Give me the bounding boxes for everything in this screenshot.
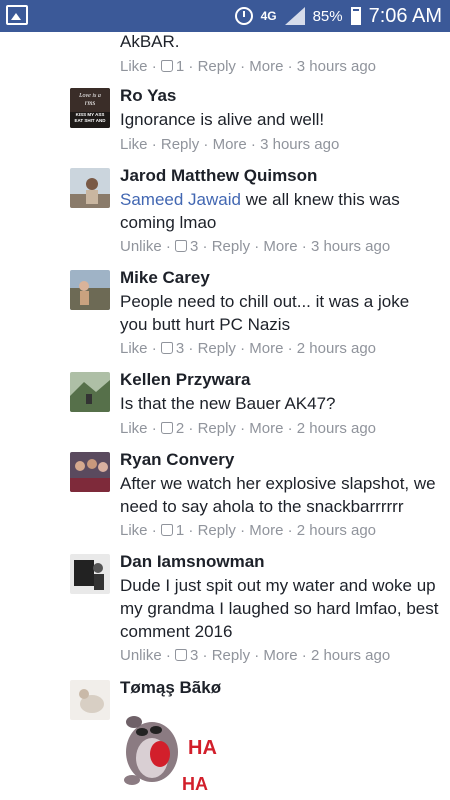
reply-link[interactable]: Reply: [161, 136, 199, 153]
like-link[interactable]: Like: [120, 58, 148, 75]
comment-actions: Like · 1 · Reply · More · 3 hours ago: [120, 58, 377, 75]
like-link[interactable]: Like: [120, 522, 148, 539]
timestamp: 3 hours ago: [260, 136, 340, 153]
comment-actions: Like · 2 · Reply · More · 2 hours ago: [120, 420, 377, 437]
timestamp: 2 hours ago: [296, 420, 377, 437]
signal-icon: [284, 7, 305, 25]
timestamp: 2 hours ago: [310, 647, 391, 664]
gallery-icon: [6, 5, 28, 25]
timestamp: 2 hours ago: [296, 340, 377, 357]
status-right: 4G 85% 7:06 AM: [234, 0, 442, 32]
like-count: 3: [190, 238, 199, 255]
reply-link[interactable]: Reply: [198, 522, 236, 539]
comment-actions: Unlike · 3 · Reply · More · 2 hours ago: [120, 647, 391, 664]
reply-link[interactable]: Reply: [198, 58, 236, 75]
comment-actions: Like · Reply · More · 3 hours ago: [120, 136, 340, 153]
like-count: 1: [175, 58, 185, 75]
reply-link[interactable]: Reply: [212, 238, 250, 255]
laughing-sticker[interactable]: HA HA: [120, 710, 220, 800]
avatar[interactable]: [70, 168, 110, 208]
timestamp: 2 hours ago: [296, 522, 377, 539]
comment-text: Dude I just spit out my water and woke u…: [120, 576, 439, 641]
commenter-name[interactable]: Dan Iamsnowman: [120, 552, 265, 572]
network-label: 4G: [260, 8, 277, 23]
mention-link[interactable]: Sameed Jawaid: [120, 190, 241, 209]
unlike-link[interactable]: Unlike: [120, 647, 162, 664]
like-count: 3: [190, 647, 199, 664]
comment-text: After we watch her explosive slapshot, w…: [120, 474, 436, 516]
more-link[interactable]: More: [249, 522, 283, 539]
more-link[interactable]: More: [263, 647, 297, 664]
avatar[interactable]: [70, 452, 110, 492]
like-link[interactable]: Like: [120, 420, 148, 437]
comment-actions: Unlike · 3 · Reply · More · 3 hours ago: [120, 238, 391, 255]
commenter-name[interactable]: Tømąş Bãkø: [120, 678, 221, 698]
timestamp: 3 hours ago: [310, 238, 391, 255]
comment-feed[interactable]: AkBAR. Like · 1 · Reply · More · 3 hours…: [0, 32, 450, 800]
commenter-name[interactable]: Ro Yas: [120, 86, 176, 106]
more-link[interactable]: More: [249, 58, 283, 75]
sticker-text: HA: [182, 774, 208, 794]
battery-percent: 85%: [312, 7, 343, 25]
comment-text: Sameed Jawaid we all knew this was comin…: [120, 188, 440, 234]
avatar[interactable]: [70, 680, 110, 720]
like-link[interactable]: Like: [120, 340, 148, 357]
comment-actions: Like · 3 · Reply · More · 2 hours ago: [120, 340, 377, 357]
like-count: 3: [175, 340, 185, 357]
like-count-icon: [160, 422, 173, 434]
unlike-link[interactable]: Unlike: [120, 238, 162, 255]
more-link[interactable]: More: [249, 420, 283, 437]
reply-link[interactable]: Reply: [198, 340, 236, 357]
more-link[interactable]: More: [249, 340, 283, 357]
like-count-icon: [160, 60, 173, 72]
commenter-name[interactable]: Kellen Przywara: [120, 370, 250, 390]
avatar-text: EAT SHIT AND: [75, 118, 107, 123]
status-bar: 4G 85% 7:06 AM: [0, 0, 450, 32]
alarm-icon: [234, 7, 253, 25]
avatar[interactable]: [70, 372, 110, 412]
comment-text: AkBAR.: [120, 32, 180, 51]
timestamp: 3 hours ago: [296, 58, 377, 75]
clock: 7:06 AM: [368, 4, 442, 27]
sticker-text: HA: [188, 737, 217, 759]
commenter-name[interactable]: Jarod Matthew Quimson: [120, 166, 317, 186]
comment-text: Is that the new Bauer AK47?: [120, 394, 336, 413]
comment-text: People need to chill out... it was a jok…: [120, 292, 410, 334]
like-count-icon: [175, 649, 188, 661]
more-link[interactable]: More: [213, 136, 247, 153]
avatar-text: rms: [85, 99, 96, 107]
battery-icon: [350, 7, 361, 25]
more-link[interactable]: More: [263, 238, 297, 255]
comment-text: Ignorance is alive and well!: [120, 110, 325, 129]
like-count-icon: [175, 240, 188, 252]
like-count-icon: [160, 524, 173, 536]
avatar[interactable]: [70, 554, 110, 594]
like-count-icon: [160, 342, 173, 354]
reply-link[interactable]: Reply: [212, 647, 250, 664]
like-count: 2: [175, 420, 185, 437]
avatar[interactable]: [70, 270, 110, 310]
commenter-name[interactable]: Mike Carey: [120, 268, 210, 288]
like-count: 1: [175, 522, 185, 539]
avatar-text: KISS MY ASS: [76, 112, 105, 117]
comment-actions: Like · 1 · Reply · More · 2 hours ago: [120, 522, 377, 539]
avatar[interactable]: Love is a rms KISS MY ASS EAT SHIT AND: [70, 88, 110, 128]
like-link[interactable]: Like: [120, 136, 148, 153]
commenter-name[interactable]: Ryan Convery: [120, 450, 234, 470]
reply-link[interactable]: Reply: [198, 420, 236, 437]
